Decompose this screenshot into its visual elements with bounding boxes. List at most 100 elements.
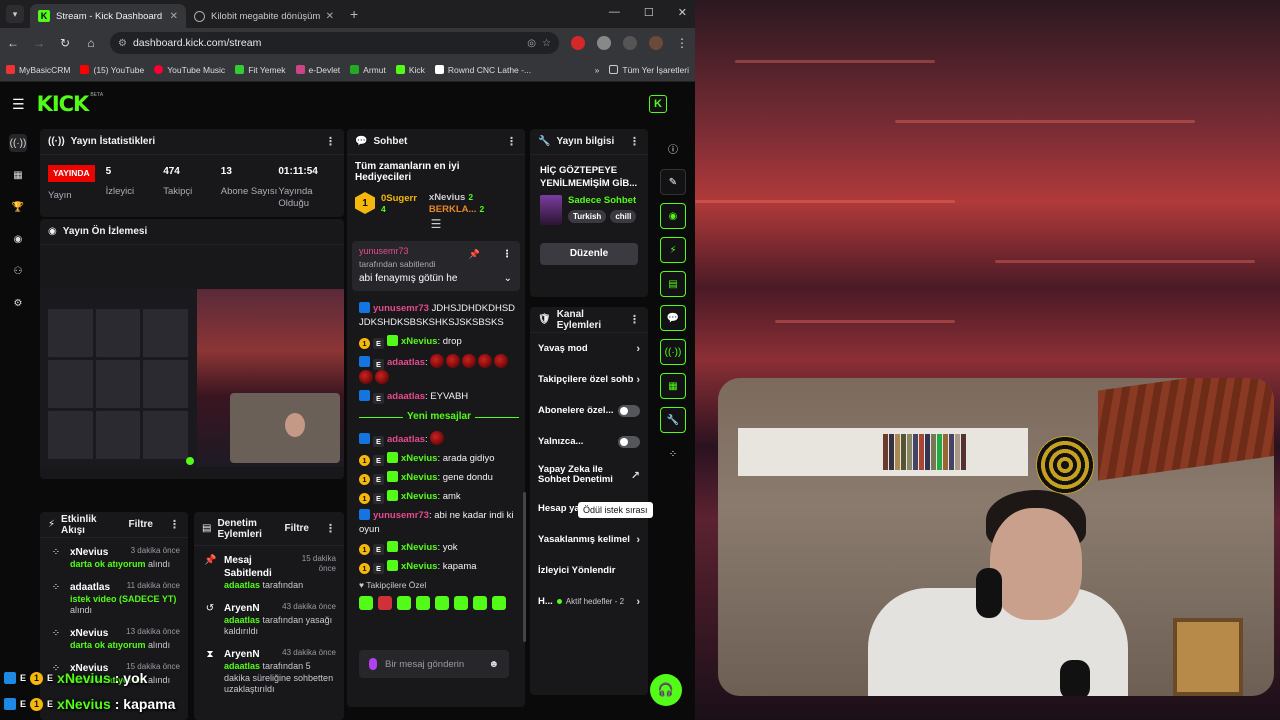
emote-icon[interactable] — [492, 596, 506, 611]
back-icon[interactable]: ← — [6, 36, 20, 50]
subscribers-only-toggle[interactable] — [618, 404, 640, 417]
bookmark-item[interactable]: Kick — [395, 65, 425, 75]
close-window-icon[interactable]: ✕ — [678, 6, 687, 19]
more-options-icon[interactable]: ⋮ — [629, 313, 640, 326]
bookmark-item[interactable]: (15) YouTube — [80, 65, 144, 75]
dartboard — [1036, 436, 1094, 494]
emote-icon[interactable] — [473, 596, 487, 611]
more-options-icon[interactable]: ⋮ — [169, 518, 180, 531]
close-tab-icon[interactable]: ✕ — [326, 11, 334, 22]
chat-message-input[interactable]: Bir mesaj gönderin ☻ — [359, 650, 509, 678]
extension-icon[interactable] — [571, 36, 585, 50]
pinned-user[interactable]: yunusemr73 — [359, 246, 513, 256]
goals-row[interactable]: H... Aktif hedefler - 2 › — [530, 586, 648, 617]
viewer-redirect-row[interactable]: İzleyici Yönlendir — [530, 555, 648, 586]
emote-icon[interactable] — [397, 596, 411, 611]
settings-gear-icon[interactable]: ⚙ — [9, 294, 27, 312]
emotes-only-toggle[interactable] — [618, 435, 640, 448]
chevron-down-icon[interactable]: ⌄ — [504, 273, 512, 284]
profile-avatar[interactable] — [649, 36, 663, 50]
user-avatar[interactable]: K — [649, 95, 667, 113]
banned-words-row[interactable]: Yasaklanmış kelimel › — [530, 524, 648, 555]
top-gifters: Tüm zamanların en iyi Hediyecileri 1 0Su… — [347, 155, 525, 237]
hamburger-menu-icon[interactable]: ☰ — [12, 96, 25, 113]
stream-preview-video[interactable] — [40, 289, 344, 467]
live-badge: YAYINDA — [48, 165, 95, 183]
users-icon[interactable]: ⚇ — [9, 262, 27, 280]
sort-arrows-icon[interactable]: ☰ — [355, 217, 517, 231]
analytics-icon[interactable]: ▦ — [9, 166, 27, 184]
tab-kick-dashboard[interactable]: K Stream - Kick Dashboard ✕ — [30, 4, 186, 28]
site-info-icon[interactable]: ⚙ — [118, 38, 127, 49]
more-options-icon[interactable]: ⋮ — [325, 522, 336, 535]
emote-icon[interactable] — [454, 596, 468, 611]
all-bookmarks[interactable]: Tüm Yer İşaretleri — [609, 65, 689, 75]
gifter-name[interactable]: BERKLA... — [429, 204, 477, 215]
more-options-icon[interactable]: ⋮ — [502, 249, 512, 260]
emote-icon[interactable] — [416, 596, 430, 611]
wrench-icon[interactable]: 🔧 — [660, 407, 686, 433]
extensions-puzzle-icon[interactable] — [623, 36, 637, 50]
category-name[interactable]: Sadece Sohbet — [568, 195, 636, 206]
reward-icon: ⁘ — [51, 581, 61, 593]
emoji-icon[interactable]: ☻ — [488, 659, 499, 670]
reward-queue-icon[interactable]: ⁘ — [660, 441, 686, 467]
slow-mode-row[interactable]: Yavaş mod › — [530, 333, 648, 364]
info-icon[interactable]: ⓘ — [660, 135, 686, 161]
minimize-icon[interactable]: — — [609, 6, 620, 19]
new-tab-icon[interactable]: + — [350, 6, 358, 22]
emote-icon[interactable] — [435, 596, 449, 611]
broadcast-icon[interactable]: ((·)) — [9, 134, 27, 152]
bookmark-item[interactable]: Rownd CNC Lathe -... — [434, 65, 531, 75]
bookmark-item[interactable]: Armut — [350, 65, 386, 75]
maximize-icon[interactable]: ☐ — [644, 6, 654, 19]
extension-icon[interactable] — [597, 36, 611, 50]
pencil-icon[interactable]: ✎ — [660, 169, 686, 195]
more-options-icon[interactable]: ⋮ — [325, 135, 336, 148]
mic-icon[interactable] — [369, 658, 377, 670]
kick-logo[interactable]: KICK — [37, 92, 90, 116]
address-bar[interactable]: ⚙ dashboard.kick.com/stream ◎ ☆ — [110, 32, 559, 54]
chevron-right-icon: › — [636, 373, 640, 386]
emote-icon[interactable] — [378, 596, 392, 611]
more-options-icon[interactable]: ⋮ — [506, 135, 517, 148]
pin-icon[interactable]: 📌 — [469, 249, 480, 260]
trophy-icon[interactable]: 🏆 — [9, 198, 27, 216]
gifter-name[interactable]: xNevius — [429, 192, 465, 203]
gifter-name[interactable]: 0Sugerr — [381, 193, 417, 204]
close-tab-icon[interactable]: ✕ — [170, 11, 178, 22]
eye-off-icon[interactable]: ◎ — [527, 38, 536, 49]
tab-kilobit[interactable]: Kilobit megabite dönüşüm ✕ — [186, 4, 342, 28]
emote-icon[interactable] — [359, 596, 373, 611]
pinned-message[interactable]: yunusemr73 tarafından sabitlendi abi fen… — [352, 241, 520, 291]
followers-only-row[interactable]: Takipçilere özel sohb › — [530, 364, 648, 395]
document-icon[interactable]: ▤ — [660, 271, 686, 297]
chat-input-placeholder: Bir mesaj gönderin — [385, 658, 465, 670]
camera-icon[interactable]: ◉ — [9, 230, 27, 248]
new-messages-divider[interactable]: Yeni mesajlar — [359, 410, 519, 425]
camera-icon[interactable]: ◉ — [660, 203, 686, 229]
bookmark-item[interactable]: YouTube Music — [154, 65, 225, 75]
bookmark-item[interactable]: MyBasicCRM — [6, 65, 70, 75]
bookmark-item[interactable]: Fit Yemek — [235, 65, 286, 75]
more-bookmarks-icon[interactable]: » — [595, 65, 600, 75]
stats-icon[interactable]: ▦ — [660, 373, 686, 399]
support-headset-icon[interactable]: 🎧 — [650, 674, 682, 706]
reload-icon[interactable]: ↻ — [58, 36, 72, 50]
more-options-icon[interactable]: ⋮ — [629, 135, 640, 148]
chat-scrollbar[interactable] — [523, 492, 526, 642]
bookmark-item[interactable]: e-Devlet — [295, 65, 340, 75]
decorative-streak — [735, 60, 935, 63]
forward-icon[interactable]: → — [32, 36, 46, 50]
ai-moderation-row[interactable]: Yapay Zeka ile Sohbet Denetimi ↗ — [530, 457, 648, 493]
edit-button[interactable]: Düzenle — [540, 242, 638, 265]
home-icon[interactable]: ⌂ — [84, 36, 98, 50]
lightning-icon[interactable]: ⚡ — [660, 237, 686, 263]
bookmark-star-icon[interactable]: ☆ — [542, 38, 551, 49]
broadcast-icon[interactable]: ((·)) — [660, 339, 686, 365]
filter-button[interactable]: Filtre — [285, 523, 309, 534]
browser-menu-icon[interactable]: ⋮ — [675, 36, 689, 50]
chat-bubble-icon[interactable]: 💬 — [660, 305, 686, 331]
tab-search-icon[interactable]: ▾ — [6, 5, 24, 23]
filter-button[interactable]: Filtre — [129, 519, 153, 530]
